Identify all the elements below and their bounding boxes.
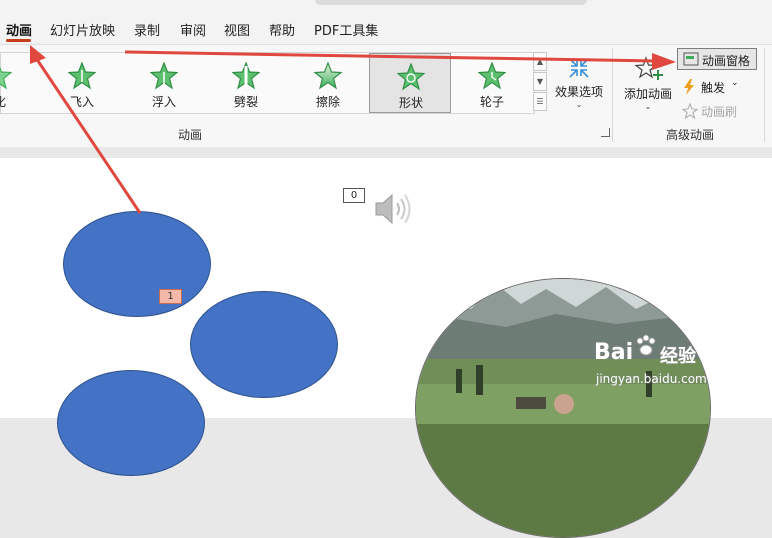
gallery-item-split[interactable]: 劈裂 [205, 53, 287, 113]
gallery-item-float-in[interactable]: 浮入 [123, 53, 205, 113]
dialog-launcher-icon[interactable] [601, 128, 610, 137]
chevron-down-icon: ⌄ [644, 102, 652, 111]
tab-review[interactable]: 审阅 [180, 20, 206, 39]
wipe-star-icon [314, 62, 342, 90]
add-animation-button[interactable]: 添加动画 ⌄ [620, 56, 676, 111]
tab-pdf-tools[interactable]: PDF工具集 [314, 20, 378, 39]
active-tab-underline [6, 39, 31, 42]
gallery-scroll: ▲ ▼ ☰ [533, 52, 547, 112]
tab-view[interactable]: 视图 [224, 20, 250, 39]
baidu-watermark: Bai 经验 jingyan.baidu.com [594, 332, 772, 418]
fly-in-star-icon [68, 62, 96, 90]
gallery-item-wipe[interactable]: 擦除 [287, 53, 369, 113]
gallery-item-shape[interactable]: 形状 [369, 53, 451, 113]
fade-star-icon [0, 66, 12, 90]
animation-pane-icon [683, 52, 699, 66]
tab-animations[interactable]: 动画 [6, 20, 32, 39]
chevron-down-icon: ⌄ [731, 78, 739, 88]
tab-help[interactable]: 帮助 [269, 20, 295, 39]
tab-record[interactable]: 录制 [134, 20, 160, 39]
gallery-item-wheel[interactable]: 轮子 [451, 53, 533, 113]
title-bar-strip [315, 0, 587, 5]
sound-animation-tag[interactable]: 0 [343, 188, 365, 203]
paw-logo-icon [636, 334, 656, 356]
trigger-button[interactable]: 触发 ⌄ [677, 76, 757, 98]
ribbon-tab-bar [0, 0, 772, 44]
group-separator [612, 48, 613, 142]
split-star-icon [232, 62, 260, 90]
wheel-star-icon [478, 62, 506, 90]
blue-ellipse-shape[interactable] [190, 291, 338, 398]
chevron-down-icon: ⌄ [575, 100, 583, 109]
animation-painter-button[interactable]: 动画刷 [677, 100, 757, 122]
blue-ellipse-shape[interactable] [57, 370, 205, 476]
group-label-advanced-animation: 高级动画 [666, 128, 715, 142]
gallery-item-fade[interactable]: 化 [0, 53, 39, 113]
lightning-icon [684, 79, 694, 95]
speaker-icon[interactable] [372, 191, 416, 227]
animation-painter-icon [682, 103, 698, 119]
gallery-more-button[interactable]: ☰ [533, 92, 547, 111]
group-label-animation: 动画 [178, 128, 203, 142]
tab-slideshow[interactable]: 幻灯片放映 [50, 20, 115, 39]
animation-gallery: 化 飞入 浮入 劈裂 擦除 形状 [0, 52, 535, 114]
shape-star-icon [397, 63, 425, 91]
add-animation-icon [634, 56, 663, 80]
gallery-scroll-up[interactable]: ▲ [533, 52, 547, 71]
group-separator [764, 48, 765, 142]
effect-options-button[interactable]: 效果选项 ⌄ [551, 56, 607, 109]
float-in-star-icon [150, 62, 178, 90]
effect-options-icon [569, 58, 589, 78]
animation-order-tag[interactable]: 1 [159, 289, 182, 304]
gallery-item-fly-in[interactable]: 飞入 [41, 53, 123, 113]
gallery-scroll-down[interactable]: ▼ [533, 72, 547, 91]
animation-pane-button[interactable]: 动画窗格 [677, 48, 757, 70]
blue-ellipse-shape[interactable] [63, 211, 211, 317]
